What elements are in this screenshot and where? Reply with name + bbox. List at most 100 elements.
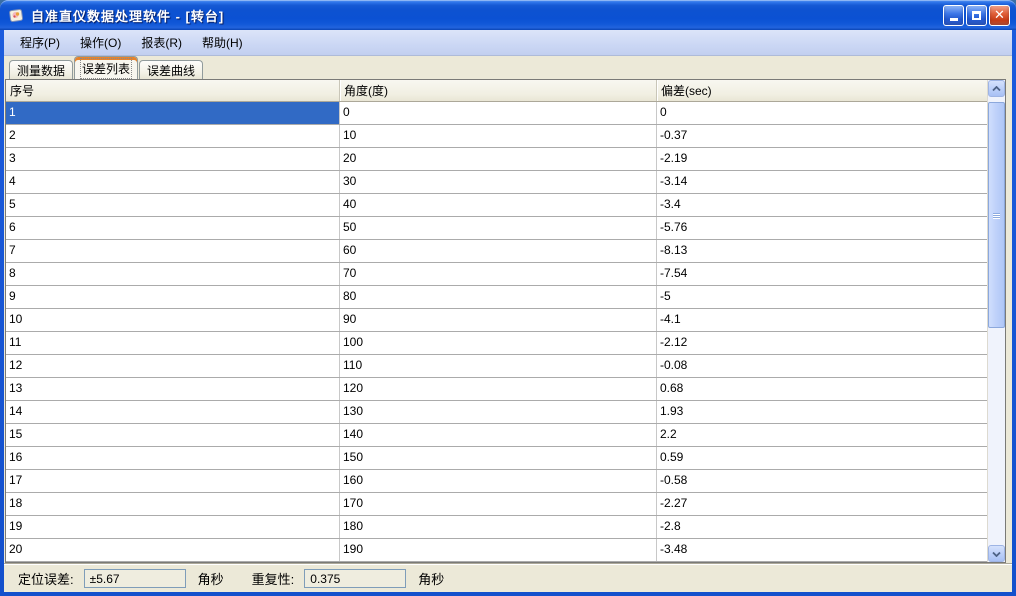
table-row[interactable]: 131200.68 [6,378,987,401]
table-row[interactable]: 151402.2 [6,424,987,447]
table-cell[interactable]: -0.08 [656,355,987,377]
table-row[interactable]: 161500.59 [6,447,987,470]
menu-item[interactable]: 报表(R) [131,31,192,54]
table-cell[interactable]: 30 [339,171,656,193]
table-cell[interactable]: 0 [656,102,987,124]
table-cell[interactable]: 60 [339,240,656,262]
column-header-angle[interactable]: 角度(度) [339,80,656,101]
table-cell[interactable]: 0.59 [656,447,987,469]
tab-误差列表[interactable]: 误差列表 [74,56,138,79]
menu-item[interactable]: 操作(O) [70,31,131,54]
table-cell[interactable]: 100 [339,332,656,354]
scroll-up-button[interactable] [988,80,1005,97]
table-cell[interactable]: 1 [6,102,339,124]
table-row[interactable]: 1090-4.1 [6,309,987,332]
table-row[interactable]: 430-3.14 [6,171,987,194]
table-cell[interactable]: 5 [6,194,339,216]
scrollbar-track[interactable] [988,97,1005,545]
table-cell[interactable]: 2.2 [656,424,987,446]
minimize-button[interactable] [943,5,964,26]
table-cell[interactable]: 18 [6,493,339,515]
table-row[interactable]: 20190-3.48 [6,539,987,562]
maximize-button[interactable] [966,5,987,26]
table-cell[interactable]: -2.12 [656,332,987,354]
tab-测量数据[interactable]: 测量数据 [9,60,73,79]
table-cell[interactable]: 70 [339,263,656,285]
table-row[interactable]: 19180-2.8 [6,516,987,539]
table-cell[interactable]: 110 [339,355,656,377]
column-header-deviation[interactable]: 偏差(sec) [656,80,987,101]
table-cell[interactable]: 40 [339,194,656,216]
table-cell[interactable]: 170 [339,493,656,515]
table-cell[interactable]: -8.13 [656,240,987,262]
table-cell[interactable]: 14 [6,401,339,423]
column-header-serial[interactable]: 序号 [6,80,339,101]
table-cell[interactable]: 150 [339,447,656,469]
scroll-down-button[interactable] [988,545,1005,562]
table-row[interactable]: 320-2.19 [6,148,987,171]
table-row[interactable]: 18170-2.27 [6,493,987,516]
table-cell[interactable]: 160 [339,470,656,492]
table-cell[interactable]: -2.8 [656,516,987,538]
table-cell[interactable]: 90 [339,309,656,331]
table-cell[interactable]: 10 [6,309,339,331]
table-cell[interactable]: 1.93 [656,401,987,423]
table-cell[interactable]: -4.1 [656,309,987,331]
tab-误差曲线[interactable]: 误差曲线 [139,60,203,79]
table-cell[interactable]: -3.14 [656,171,987,193]
table-cell[interactable]: -5.76 [656,217,987,239]
table-row[interactable]: 870-7.54 [6,263,987,286]
table-cell[interactable]: 2 [6,125,339,147]
table-cell[interactable]: 13 [6,378,339,400]
menu-item[interactable]: 程序(P) [10,31,70,54]
menu-item[interactable]: 帮助(H) [192,31,253,54]
scrollbar-thumb[interactable] [988,102,1005,328]
table-cell[interactable]: 180 [339,516,656,538]
table-cell[interactable]: -3.4 [656,194,987,216]
repeatability-field[interactable] [304,569,406,588]
table-cell[interactable]: 80 [339,286,656,308]
table-row[interactable]: 100 [6,102,987,125]
table-cell[interactable]: 0.68 [656,378,987,400]
table-cell[interactable]: 17 [6,470,339,492]
table-cell[interactable]: 15 [6,424,339,446]
table-cell[interactable]: 12 [6,355,339,377]
vertical-scrollbar[interactable] [987,80,1005,562]
table-cell[interactable]: 120 [339,378,656,400]
table-cell[interactable]: 140 [339,424,656,446]
table-row[interactable]: 980-5 [6,286,987,309]
table-cell[interactable]: 0 [339,102,656,124]
table-cell[interactable]: 50 [339,217,656,239]
table-row[interactable]: 650-5.76 [6,217,987,240]
table-cell[interactable]: 4 [6,171,339,193]
table-cell[interactable]: 20 [339,148,656,170]
table-cell[interactable]: 16 [6,447,339,469]
table-cell[interactable]: 130 [339,401,656,423]
table-cell[interactable]: -0.37 [656,125,987,147]
table-cell[interactable]: 20 [6,539,339,561]
table-cell[interactable]: 6 [6,217,339,239]
table-cell[interactable]: 3 [6,148,339,170]
table-row[interactable]: 11100-2.12 [6,332,987,355]
table-row[interactable]: 760-8.13 [6,240,987,263]
close-button[interactable]: ✕ [989,5,1010,26]
table-cell[interactable]: 11 [6,332,339,354]
table-cell[interactable]: 10 [339,125,656,147]
table-row[interactable]: 141301.93 [6,401,987,424]
table-row[interactable]: 12110-0.08 [6,355,987,378]
table-cell[interactable]: -5 [656,286,987,308]
table-cell[interactable]: 9 [6,286,339,308]
table-cell[interactable]: -3.48 [656,539,987,561]
table-cell[interactable]: -2.27 [656,493,987,515]
table-row[interactable]: 210-0.37 [6,125,987,148]
table-cell[interactable]: 8 [6,263,339,285]
table-cell[interactable]: 7 [6,240,339,262]
table-cell[interactable]: 190 [339,539,656,561]
table-cell[interactable]: 19 [6,516,339,538]
table-row[interactable]: 540-3.4 [6,194,987,217]
positioning-error-field[interactable] [84,569,186,588]
table-cell[interactable]: -7.54 [656,263,987,285]
table-cell[interactable]: -2.19 [656,148,987,170]
table-cell[interactable]: -0.58 [656,470,987,492]
table-row[interactable]: 17160-0.58 [6,470,987,493]
